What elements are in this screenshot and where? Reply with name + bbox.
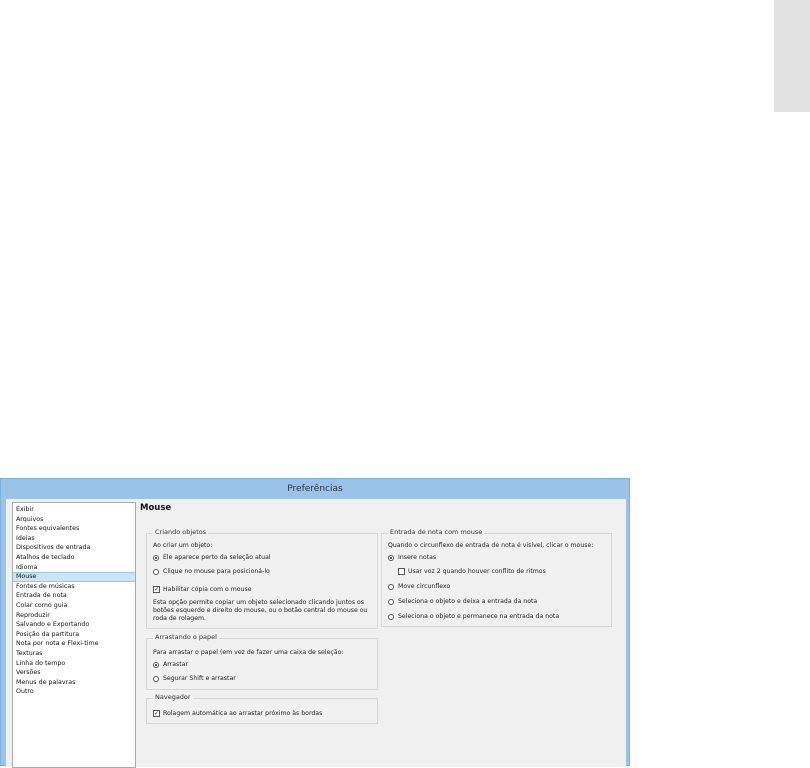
autoscroll-label[interactable]: Rolagem automática ao arrastar próximo à… [163,710,322,717]
radio-move-caret[interactable] [388,584,394,590]
radio-insert-notes-label[interactable]: Insere notas [398,554,436,561]
nav-item-fontes-equivalentes[interactable]: Fontes equivalentes [13,524,135,534]
nav-item-reproduzir[interactable]: Reproduzir [13,611,135,621]
note-entry-title: Entrada de nota com mouse [388,528,485,536]
nav-item-texturas[interactable]: Texturas [13,649,135,659]
radio-shift-drag[interactable] [153,676,159,682]
nav-item-salvando-e-exportando[interactable]: Salvando e Exportando [13,620,135,630]
radio-shift-drag-label[interactable]: Segurar Shift e arrastar [163,675,236,682]
radio-click-to-place-label[interactable]: Clique no mouse para posicioná-lo [163,568,270,575]
nav-item-vers-es[interactable]: Versões [13,668,135,678]
nav-item-mouse[interactable]: Mouse [13,572,135,582]
nav-item-fontes-de-m-sicas[interactable]: Fontes de músicas [13,582,135,592]
radio-select-stay[interactable] [388,614,394,620]
autoscroll-checkbox[interactable]: ✓ [153,710,160,717]
note-entry-group: Entrada de nota com mouse Quando o circu… [381,528,612,627]
nav-item-dispositivos-de-entrada[interactable]: Dispositivos de entrada [13,543,135,553]
nav-item-arquivos[interactable]: Arquivos [13,515,135,525]
dragging-paper-title: Arrastando o papel [153,633,219,641]
copy-with-mouse-checkbox[interactable]: ✓ [153,586,160,593]
radio-near-selection-label[interactable]: Ele aparece perto da seleção atual [163,554,271,561]
navigator-title: Navegador [153,693,193,701]
nav-item-colar-como-guia[interactable]: Colar como guia [13,601,135,611]
nav-item-nota-por-nota-e-flexi-time[interactable]: Nota por nota e Flexi-time [13,639,135,649]
preferences-window: Preferências Exibir Arquivos Fontes equiva… [0,478,630,768]
nav-item-posi-o-da-partitura[interactable]: Posição da partitura [13,630,135,640]
dragging-prompt: Para arrastar o papel (em vez de fazer u… [153,649,344,656]
navigator-group: Navegador ✓ Rolagem automática ao arrast… [146,693,378,724]
copy-description: Esta opção permite copiar um objeto sele… [153,599,368,622]
voice2-label[interactable]: Usar voz 2 quando houver conflito de rit… [408,568,546,575]
radio-near-selection[interactable] [153,555,159,561]
nav-item-linha-do-tempo[interactable]: Linha do tempo [13,659,135,669]
nav-item-outro[interactable]: Outro [13,687,135,697]
side-panel-tab [774,0,810,112]
nav-item-menus-de-palavras[interactable]: Menus de palavras [13,678,135,688]
radio-drag-label[interactable]: Arrastar [163,661,188,668]
radio-move-caret-label[interactable]: Move circunflexo [398,583,450,590]
page-title: Mouse [140,503,172,513]
category-list[interactable]: Exibir Arquivos Fontes equivalentes Ideias D… [12,502,136,768]
radio-drag[interactable] [153,662,159,668]
radio-select-leave-label[interactable]: Seleciona o objeto e deixa a entrada da … [398,598,537,605]
window-title: Preferências [287,484,343,494]
dragging-paper-group: Arrastando o papel Para arrastar o papel… [146,633,378,690]
nav-item-atalhos-de-teclado[interactable]: Atalhos de teclado [13,553,135,563]
radio-select-stay-label[interactable]: Seleciona o objeto e permanece na entrad… [398,613,559,620]
nav-item-ideias[interactable]: Ideias [13,534,135,544]
note-entry-prompt: Quando o circunflexo de entrada de nota … [388,542,594,549]
radio-insert-notes[interactable] [388,555,394,561]
voice2-checkbox[interactable] [398,568,405,575]
creating-objects-title: Criando objetos [153,528,209,536]
nav-item-entrada-de-nota[interactable]: Entrada de nota [13,591,135,601]
creating-objects-group: Criando objetos Ao criar um objeto: Ele … [146,528,378,629]
radio-select-leave[interactable] [388,599,394,605]
window-content: Exibir Arquivos Fontes equivalentes Ideias D… [6,499,626,768]
copy-with-mouse-label[interactable]: Habilitar cópia com o mouse [163,586,252,593]
nav-item-exibir[interactable]: Exibir [13,505,135,515]
creating-prompt: Ao criar um objeto: [153,542,213,549]
radio-click-to-place[interactable] [153,569,159,575]
nav-item-idioma[interactable]: Idioma [13,563,135,573]
